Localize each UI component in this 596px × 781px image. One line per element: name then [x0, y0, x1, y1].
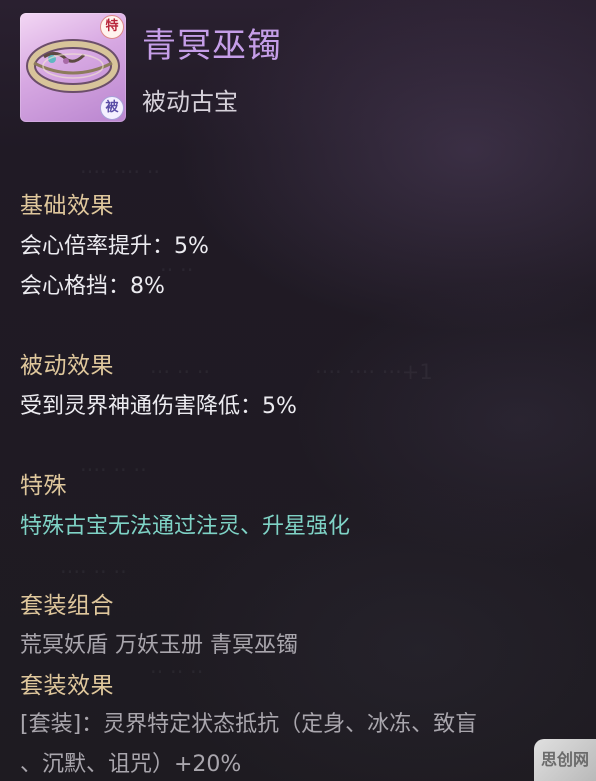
- set-combo-heading: 套装组合: [20, 593, 114, 619]
- background-ghost-text: ···· ···· ···+1: [315, 360, 433, 384]
- basic-effect-heading: 基础效果: [20, 193, 114, 219]
- set-effect-heading: 套装效果: [20, 673, 114, 699]
- item-type: 被动古宝: [142, 88, 238, 116]
- background-ghost-text: ···· ·· ··: [60, 560, 127, 584]
- special-line-1: 特殊古宝无法通过注灵、升星强化: [20, 514, 351, 539]
- special-badge-icon: 特: [100, 15, 124, 39]
- item-header: 特 被 青冥巫镯 被动古宝: [0, 0, 596, 128]
- basic-effect-line-2: 会心格挡：8%: [20, 274, 165, 299]
- special-heading: 特殊: [20, 473, 67, 499]
- site-watermark: 思创网: [534, 739, 596, 781]
- basic-effect-line-1: 会心倍率提升：5%: [20, 234, 209, 259]
- passive-badge-icon: 被: [100, 96, 124, 120]
- item-name: 青冥巫镯: [142, 26, 282, 66]
- item-icon-frame[interactable]: 特 被: [20, 13, 126, 122]
- background-ghost-text: ·· ·· ··: [150, 660, 204, 684]
- passive-effect-line-1: 受到灵界神通伤害降低：5%: [20, 394, 297, 419]
- set-combo-line-1: 荒冥妖盾 万妖玉册 青冥巫镯: [20, 633, 298, 658]
- background-ghost-text: ··· ·· ··: [150, 360, 211, 384]
- set-effect-line-1: [套装]：灵界特定状态抵抗（定身、冰冻、致盲: [20, 712, 478, 737]
- bracelet-icon: [26, 39, 120, 93]
- background-ghost-text: ·· ··: [160, 258, 194, 282]
- set-effect-line-2: 、沉默、诅咒）+20%: [20, 752, 242, 777]
- passive-effect-heading: 被动效果: [20, 353, 114, 379]
- background-ghost-text: ···· ·· ··: [80, 458, 147, 482]
- background-ghost-text: ···· ···· ··: [80, 160, 161, 184]
